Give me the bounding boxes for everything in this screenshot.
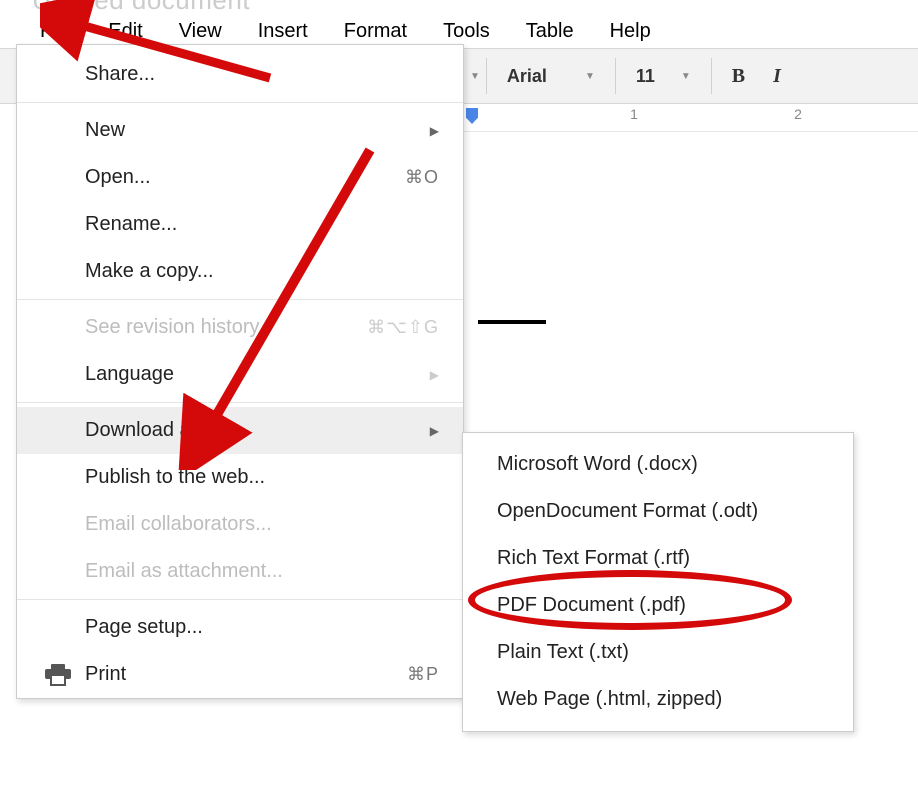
menu-item-label: Share... [85,63,155,86]
menu-item-new[interactable]: New ▶ [17,107,463,154]
menu-item-open[interactable]: Open... ⌘O [17,154,463,201]
submenu-arrow-icon: ▶ [430,124,439,138]
toolbar-separator [486,58,487,94]
menu-separator [17,402,463,403]
chevron-down-icon: ▼ [585,71,595,82]
menu-item-language[interactable]: Language ▶ [17,351,463,398]
menu-item-page-setup[interactable]: Page setup... [17,604,463,651]
text-cursor [478,320,546,324]
font-family-value: Arial [507,66,547,87]
menu-help[interactable]: Help [592,14,669,49]
menu-item-label: See revision history [85,316,260,339]
print-icon [45,664,71,686]
menu-item-label: Page setup... [85,616,203,639]
submenu-item-docx[interactable]: Microsoft Word (.docx) [463,441,853,488]
menu-item-label: Email collaborators... [85,513,272,536]
submenu-item-odt[interactable]: OpenDocument Format (.odt) [463,488,853,535]
download-as-submenu: Microsoft Word (.docx) OpenDocument Form… [462,432,854,732]
menu-separator [17,599,463,600]
font-family-selector[interactable]: Arial ▼ [493,66,609,87]
chevron-down-icon: ▼ [681,71,691,82]
font-size-selector[interactable]: 11 ▼ [622,66,705,87]
menu-item-share[interactable]: Share... [17,45,463,98]
menu-item-label: Publish to the web... [85,466,265,489]
menu-item-label: Rename... [85,213,177,236]
indent-marker-icon[interactable] [466,108,478,124]
menu-item-download-as[interactable]: Download as ▶ [17,407,463,454]
toolbar-separator [711,58,712,94]
menu-item-revision-history: See revision history ⌘⌥⇧G [17,304,463,351]
keyboard-shortcut: ⌘P [407,664,439,685]
menu-item-label: Email as attachment... [85,560,283,583]
submenu-item-html[interactable]: Web Page (.html, zipped) [463,676,853,723]
menu-item-make-copy[interactable]: Make a copy... [17,248,463,295]
menu-item-label: Download as [85,419,201,442]
menu-separator [17,102,463,103]
menu-item-print[interactable]: Print ⌘P [17,651,463,698]
toolbar-separator [615,58,616,94]
ruler-number: 2 [794,106,802,122]
italic-button[interactable]: I [759,65,795,88]
menu-item-label: Language [85,363,174,386]
ruler[interactable]: 1 2 [464,104,918,132]
menu-item-email-collaborators: Email collaborators... [17,501,463,548]
submenu-item-txt[interactable]: Plain Text (.txt) [463,629,853,676]
bold-button[interactable]: B [718,65,759,88]
submenu-arrow-icon: ▶ [430,424,439,438]
menu-item-rename[interactable]: Rename... [17,201,463,248]
submenu-item-pdf[interactable]: PDF Document (.pdf) [463,582,853,629]
keyboard-shortcut: ⌘O [405,167,439,188]
submenu-item-rtf[interactable]: Rich Text Format (.rtf) [463,535,853,582]
keyboard-shortcut: ⌘⌥⇧G [367,317,439,338]
menu-item-publish[interactable]: Publish to the web... [17,454,463,501]
menu-item-label: Print [85,663,126,686]
menu-item-label: Make a copy... [85,260,214,283]
menubar: File Edit View Insert Format Tools Table… [0,14,918,48]
font-size-value: 11 [636,66,655,87]
menu-separator [17,299,463,300]
file-dropdown-menu: Share... New ▶ Open... ⌘O Rename... Make… [16,44,464,699]
menu-item-label: New [85,119,125,142]
chevron-down-icon[interactable]: ▼ [470,71,480,82]
menu-item-email-attachment: Email as attachment... [17,548,463,595]
menu-item-label: Open... [85,166,151,189]
document-title[interactable]: Untitled document [0,0,918,14]
menu-table[interactable]: Table [508,14,592,49]
submenu-arrow-icon: ▶ [430,368,439,382]
ruler-number: 1 [630,106,638,122]
